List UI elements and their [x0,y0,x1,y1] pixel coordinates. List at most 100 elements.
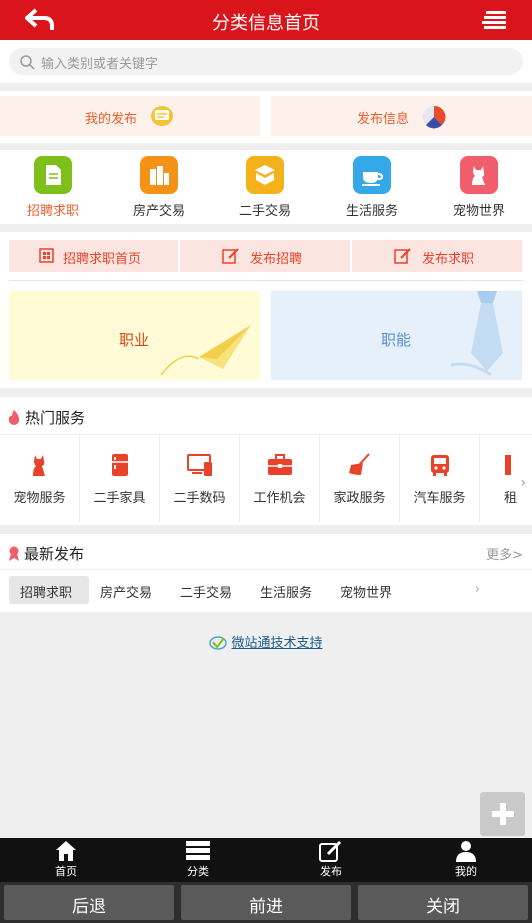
publish-row: 我的发布 发布信息 [0,91,532,143]
category-jobs[interactable]: 招聘求职 [8,156,98,222]
nav-label: 分类 [187,865,209,878]
home-icon [56,841,76,861]
list-icon [186,841,210,860]
page-title: 分类信息首页 [212,13,320,34]
latest-section: 最新发布 更多> 招聘求职 房产交易 二手交易 生活服务 宠物世界 › [0,534,532,612]
tab-life[interactable]: 生活服务 [260,576,330,604]
bottom-nav: 首页 分类 发布 我的 [0,838,532,882]
nav-mine[interactable]: 我的 [426,840,506,879]
my-posts-label: 我的发布 [85,112,138,127]
jobs-home-label: 招聘求职首页 [63,252,142,267]
hot-item-label: 汽车服务 [413,491,466,506]
hot-services-row: 宠物服务 二手家具 二手数码 工作机会 家政服务 汽车服务 租 [0,434,532,523]
post-job-label: 发布招聘 [250,252,303,267]
hot-item-furniture[interactable]: 二手家具 [80,435,160,523]
hot-item-label: 二手家具 [93,491,146,506]
header-bar: 分类信息首页 [0,0,532,40]
document-icon [34,156,72,194]
devices-icon [186,454,212,476]
pie-icon [423,105,446,129]
browser-forward-button[interactable]: 前进 [181,885,351,920]
tab-housing[interactable]: 房产交易 [100,576,170,604]
tab-pets[interactable]: 宠物世界 [340,576,410,604]
hot-item-label: 工作机会 [253,491,306,506]
bus-icon [430,455,449,476]
category-label: 宠物世界 [452,204,505,219]
hot-item-digital[interactable]: 二手数码 [160,435,240,523]
hot-item-label: 二手数码 [173,491,226,506]
category-label: 房产交易 [132,204,185,219]
edit-icon [222,248,239,264]
nav-label: 我的 [455,865,477,878]
cup-icon [353,156,391,194]
my-posts-button[interactable]: 我的发布 [0,96,260,136]
hot-item-jobs[interactable]: 工作机会 [240,435,320,523]
nav-publish[interactable]: 发布 [291,840,371,879]
search-input[interactable]: 输入类别或者关键字 [9,48,523,75]
hot-item-car[interactable]: 汽车服务 [400,435,480,523]
career-label: 职业 [119,331,150,349]
support-text: 微站通技术支持 [231,636,323,651]
browser-back-button[interactable]: 后退 [4,885,174,920]
search-section: 输入类别或者关键字 [0,40,532,83]
career-banner[interactable]: 职业 [9,291,260,380]
search-icon [20,55,35,70]
search-placeholder: 输入类别或者关键字 [41,57,159,72]
vzt-logo-icon [209,636,228,650]
post-job-button[interactable]: 发布招聘 [180,240,350,272]
broom-icon [348,453,370,475]
edit-icon [319,840,342,862]
category-label: 生活服务 [345,204,398,219]
paper-plane-icon [160,325,251,376]
tab-secondhand[interactable]: 二手交易 [180,576,250,604]
browser-bar: 后退 前进 关闭 [0,882,532,923]
category-housing[interactable]: 房产交易 [114,156,204,222]
jobs-home-button[interactable]: 招聘求职首页 [9,240,178,272]
category-life[interactable]: 生活服务 [327,156,417,222]
hot-services-heading: 热门服务 [8,407,85,428]
tabs-scroll-arrow[interactable]: › [475,582,480,597]
hot-item-housekeeping[interactable]: 家政服务 [320,435,400,523]
rent-icon [505,455,511,475]
divider [9,280,523,281]
category-secondhand[interactable]: 二手交易 [220,156,310,222]
cat-icon [32,455,45,476]
latest-title: 最新发布 [24,545,85,563]
hot-item-label: 租 [504,491,518,506]
function-label: 职能 [381,331,412,349]
hot-services-section: 热门服务 宠物服务 二手家具 二手数码 工作机会 家政服务 汽车服务 租 › [0,397,532,525]
post-seek-label: 发布求职 [422,252,475,267]
grid-icon [39,248,54,263]
post-info-label: 发布信息 [357,112,410,127]
function-banner[interactable]: 职能 [271,291,522,380]
latest-heading: 最新发布 [8,543,84,564]
hot-item-pet-service[interactable]: 宠物服务 [0,435,80,523]
hot-services-title: 热门服务 [25,409,86,427]
browser-close-button[interactable]: 关闭 [358,885,528,920]
more-link[interactable]: 更多> [486,544,523,563]
support-link[interactable]: 微站通技术支持 [0,632,532,651]
ribbon-icon [9,546,19,561]
nav-category[interactable]: 分类 [158,840,238,879]
cat-icon [460,156,498,194]
box-icon [246,156,284,194]
tab-jobs[interactable]: 招聘求职 [9,576,89,604]
flame-icon [8,410,20,425]
post-seek-button[interactable]: 发布求职 [352,240,522,272]
category-pets[interactable]: 宠物世界 [434,156,524,222]
nav-label: 发布 [320,865,342,878]
category-row: 招聘求职 房产交易 二手交易 生活服务 宠物世界 [0,150,532,224]
add-button[interactable] [480,792,525,836]
post-info-button[interactable]: 发布信息 [271,96,532,136]
plus-icon [492,803,514,825]
user-icon [456,841,476,862]
fridge-icon [111,454,128,476]
category-label: 二手交易 [238,204,291,219]
building-icon [140,156,178,194]
edit-icon [394,248,411,264]
nav-home[interactable]: 首页 [26,840,106,879]
menu-icon[interactable] [482,10,506,30]
category-label: 招聘求职 [26,204,79,219]
message-icon [151,106,173,126]
scroll-right-arrow[interactable]: › [520,475,526,491]
